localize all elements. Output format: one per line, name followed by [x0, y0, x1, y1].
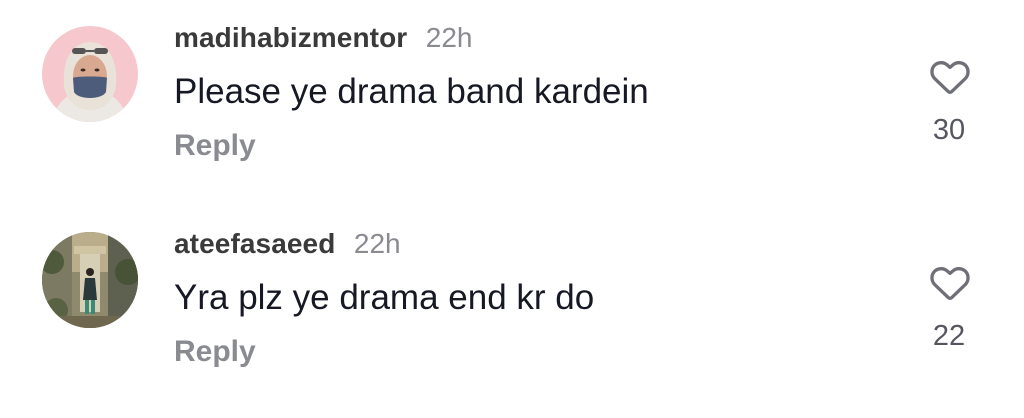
avatar[interactable] [42, 26, 138, 122]
like-count: 22 [932, 320, 966, 352]
comment-text: Please ye drama band kardein [174, 72, 649, 111]
comment-meta: ateefasaeed 22h [174, 224, 401, 264]
reply-button[interactable]: Reply [174, 126, 256, 166]
comment-item: ateefasaeed 22h Yra plz ye drama end kr … [0, 224, 1024, 394]
like-control: 22 [920, 262, 980, 358]
username[interactable]: madihabizmentor [174, 22, 407, 53]
username[interactable]: ateefasaeed [174, 228, 335, 259]
timestamp: 22h [353, 228, 401, 259]
like-count: 30 [932, 114, 966, 146]
avatar-image [42, 232, 138, 328]
comment-item: madihabizmentor 22h Please ye drama band… [0, 18, 1024, 188]
reply-button[interactable]: Reply [174, 332, 256, 372]
comment-text: Yra plz ye drama end kr do [174, 278, 595, 317]
heart-outline-icon[interactable] [929, 56, 971, 96]
heart-outline-icon[interactable] [929, 262, 971, 302]
avatar[interactable] [42, 232, 138, 328]
timestamp: 22h [425, 22, 473, 53]
like-control: 30 [920, 56, 980, 152]
comment-meta: madihabizmentor 22h [174, 18, 472, 58]
avatar-image [42, 26, 138, 122]
